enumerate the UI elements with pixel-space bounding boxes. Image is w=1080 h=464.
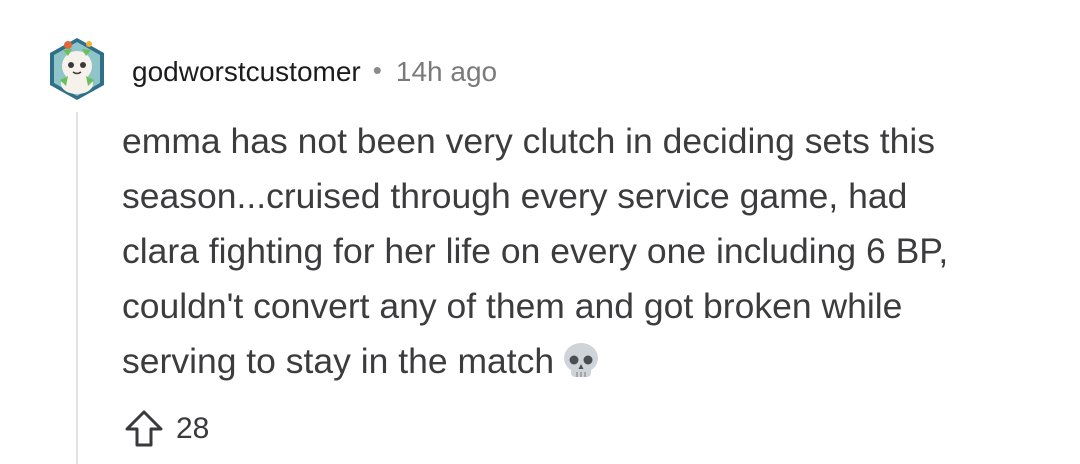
vote-bar: 28 [122,404,209,454]
avatar-icon [50,38,104,100]
comment-header: godworstcustomer • 14h ago [132,52,497,92]
thread-line[interactable] [76,112,78,464]
comment-line-text: serving to stay in the match [122,341,555,381]
comment-line: clara fighting for her life on every one… [122,231,949,271]
user-avatar[interactable] [46,36,108,102]
skull-emoji-icon [564,343,599,377]
username-link[interactable]: godworstcustomer [132,56,361,88]
comment-last-line: serving to stay in the match [122,334,1022,389]
vote-score: 28 [176,412,210,445]
timestamp: 14h ago [395,56,498,87]
separator-dot: • [372,54,382,85]
comment-body: emma has not been very clutch in decidin… [122,114,1022,389]
comment-line: emma has not been very clutch in decidin… [122,121,935,161]
upvote-arrow-icon[interactable] [122,407,166,451]
comment-line: season...cruised through every service g… [122,176,908,216]
comment-line: couldn't convert any of them and got bro… [122,286,903,326]
